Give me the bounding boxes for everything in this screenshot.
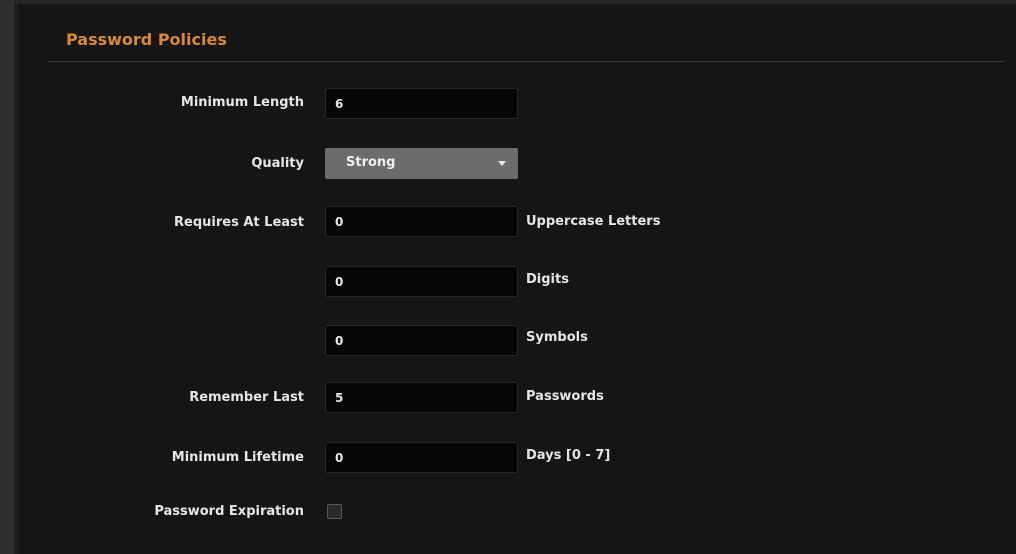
requires-at-least-label: Requires At Least bbox=[174, 215, 304, 230]
digits-input[interactable] bbox=[325, 266, 518, 297]
password-expiration-checkbox[interactable] bbox=[327, 504, 342, 519]
symbols-input[interactable] bbox=[325, 325, 518, 356]
settings-panel: Password Policies Minimum Length Quality… bbox=[0, 0, 1016, 554]
symbols-label: Symbols bbox=[526, 330, 588, 345]
panel-left-border-edge bbox=[14, 0, 18, 554]
minimum-lifetime-label: Minimum Lifetime bbox=[171, 450, 304, 465]
minimum-length-label: Minimum Length bbox=[180, 95, 304, 110]
panel-top-strip bbox=[14, 0, 1016, 4]
quality-label: Quality bbox=[251, 156, 304, 171]
remember-last-label: Remember Last bbox=[189, 390, 304, 405]
passwords-label: Passwords bbox=[526, 389, 604, 404]
password-expiration-label: Password Expiration bbox=[154, 504, 304, 519]
minimum-lifetime-input[interactable] bbox=[325, 442, 518, 473]
quality-select-value: Strong bbox=[346, 155, 396, 170]
quality-select[interactable]: Strong bbox=[325, 148, 518, 179]
panel-left-border bbox=[0, 0, 14, 554]
caret-down-icon bbox=[498, 161, 506, 166]
digits-label: Digits bbox=[526, 272, 569, 287]
minimum-length-input[interactable] bbox=[325, 88, 518, 119]
uppercase-letters-input[interactable] bbox=[325, 206, 518, 237]
section-title: Password Policies bbox=[66, 30, 227, 49]
days-range-label: Days [0 - 7] bbox=[526, 448, 611, 463]
section-divider bbox=[48, 61, 1005, 62]
uppercase-letters-label: Uppercase Letters bbox=[526, 214, 661, 229]
remember-last-input[interactable] bbox=[325, 382, 518, 413]
